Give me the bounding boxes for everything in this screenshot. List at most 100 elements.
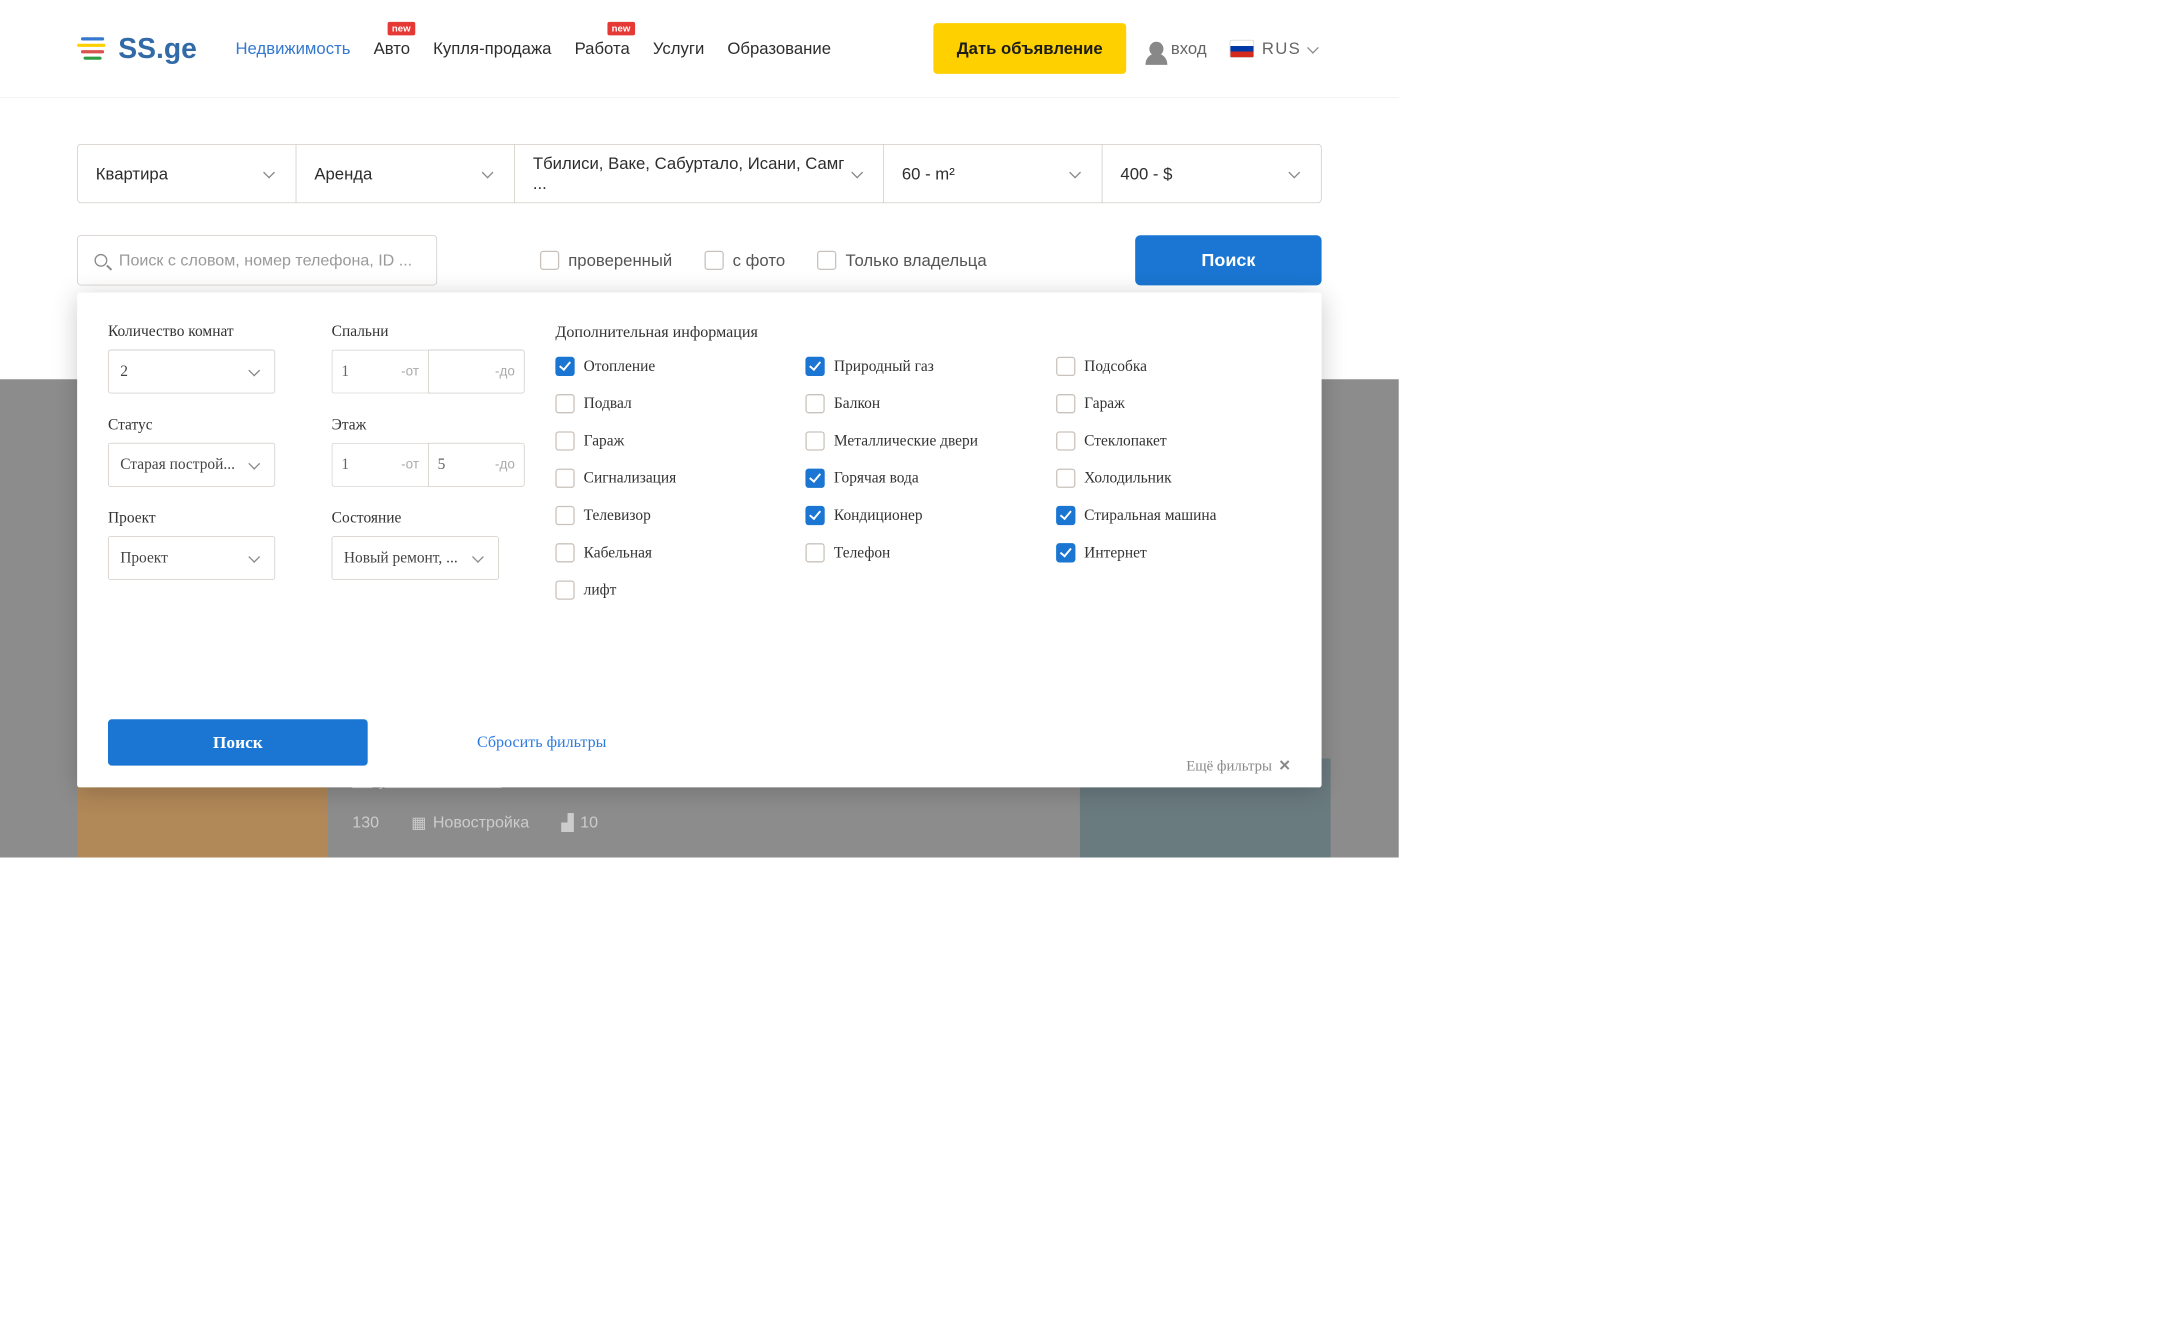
bedrooms-to-input[interactable]: -до — [428, 350, 525, 394]
price-dropdown[interactable]: 400 - $ — [1102, 145, 1321, 203]
user-icon — [1149, 41, 1163, 55]
chevron-down-icon — [483, 167, 496, 180]
nav-item[interactable]: Работаnew — [575, 39, 630, 59]
search-input[interactable]: Поиск с словом, номер телефона, ID ... — [77, 235, 437, 285]
amenity-checkbox[interactable]: Телефон — [806, 543, 1041, 562]
checkbox-icon — [555, 431, 574, 450]
amenity-checkbox[interactable]: Подвал — [555, 394, 790, 413]
amenity-checkbox[interactable]: Кабельная — [555, 543, 790, 562]
amenity-label: Подсобка — [1084, 357, 1147, 376]
status-select[interactable]: Старая построй... — [108, 443, 275, 487]
chevron-down-icon — [265, 167, 278, 180]
condition-select[interactable]: Новый ремонт, ... — [332, 536, 499, 580]
amenity-checkbox[interactable]: Подсобка — [1056, 357, 1291, 376]
amenity-checkbox[interactable]: Горячая вода — [806, 469, 1041, 488]
chevron-down-icon — [250, 365, 263, 378]
amenity-checkbox[interactable]: Сигнализация — [555, 469, 790, 488]
lang-label: RUS — [1262, 39, 1301, 59]
amenity-checkbox[interactable]: Балкон — [806, 394, 1041, 413]
photo-label: с фото — [733, 250, 785, 270]
post-ad-button[interactable]: Дать объявление — [934, 23, 1126, 74]
amenity-label: Гараж — [1084, 394, 1125, 413]
search-button[interactable]: Поиск — [1135, 235, 1321, 285]
checkbox-icon — [806, 506, 825, 525]
nav-item[interactable]: Автоnew — [374, 39, 410, 59]
from-placeholder: -от — [401, 457, 419, 472]
bedrooms-label: Спальни — [332, 323, 525, 340]
checkbox-icon — [806, 394, 825, 413]
checkbox-icon — [817, 251, 836, 270]
property-type-dropdown[interactable]: Квартира — [78, 145, 297, 203]
checkbox-icon — [806, 543, 825, 562]
checkbox-icon — [704, 251, 723, 270]
floor-to-value: 5 — [438, 456, 446, 473]
amenity-checkbox[interactable]: Отопление — [555, 357, 790, 376]
chevron-down-icon — [250, 458, 263, 471]
checkbox-icon — [540, 251, 559, 270]
language-switcher[interactable]: RUS — [1230, 39, 1322, 59]
area-dropdown[interactable]: 60 - m² — [884, 145, 1103, 203]
header: SS.ge Недвижимость Автоnew Купля-продажа Ра… — [0, 0, 1399, 98]
grid-icon — [411, 813, 426, 832]
filter-row-2: Поиск с словом, номер телефона, ID ... п… — [77, 235, 1321, 285]
amenity-checkbox[interactable]: Кондиционер — [806, 506, 1041, 525]
amenity-checkbox[interactable]: Телевизор — [555, 506, 790, 525]
nav-item[interactable]: Недвижимость — [235, 39, 350, 59]
amenity-checkbox[interactable]: Стиральная машина — [1056, 506, 1291, 525]
apply-filters-button[interactable]: Поиск — [108, 719, 368, 765]
amenity-label: Кондиционер — [834, 506, 923, 525]
to-placeholder: -до — [495, 364, 515, 379]
deal-type-value: Аренда — [314, 164, 372, 184]
amenity-checkbox[interactable]: Природный газ — [806, 357, 1041, 376]
deal-type-dropdown[interactable]: Аренда — [296, 145, 515, 203]
verified-checkbox[interactable]: проверенный — [540, 250, 672, 270]
logo[interactable]: SS.ge — [77, 32, 197, 64]
chevron-down-icon — [1290, 167, 1303, 180]
main-nav: Недвижимость Автоnew Купля-продажа Работаne… — [235, 39, 920, 59]
floor-to-input[interactable]: 5 -до — [428, 443, 525, 487]
amenity-label: Горячая вода — [834, 469, 919, 488]
checkbox-icon — [555, 394, 574, 413]
amenity-label: Сигнализация — [584, 469, 677, 488]
checkbox-icon — [806, 357, 825, 376]
with-photo-checkbox[interactable]: с фото — [704, 250, 785, 270]
nav-item[interactable]: Образование — [727, 39, 831, 59]
condition-value: Новый ремонт, ... — [344, 549, 458, 566]
new-badge: new — [607, 22, 635, 35]
chevron-down-icon — [1309, 42, 1322, 55]
amenity-label: Холодильник — [1084, 469, 1172, 488]
amenity-checkbox[interactable]: Гараж — [1056, 394, 1291, 413]
amenity-checkbox[interactable]: Металлические двери — [806, 431, 1041, 450]
chevron-down-icon — [250, 552, 263, 565]
bedrooms-from-input[interactable]: 1-от — [332, 350, 428, 394]
floor-label: Этаж — [332, 417, 525, 434]
amenity-checkbox[interactable]: Стеклопакет — [1056, 431, 1291, 450]
rooms-select[interactable]: 2 — [108, 350, 275, 394]
floor-from-input[interactable]: 1-от — [332, 443, 428, 487]
flag-ru-icon — [1230, 40, 1254, 58]
nav-item[interactable]: Купля-продажа — [433, 39, 551, 59]
nav-item[interactable]: Услуги — [653, 39, 704, 59]
amenity-checkbox[interactable]: Холодильник — [1056, 469, 1291, 488]
to-placeholder: -до — [495, 457, 515, 472]
checkbox-icon — [555, 469, 574, 488]
login-label: вход — [1171, 39, 1207, 59]
rooms-value: 2 — [120, 363, 128, 380]
checkbox-icon — [1056, 469, 1075, 488]
amenity-label: Металлические двери — [834, 431, 978, 450]
status-value: Старая построй... — [120, 456, 235, 473]
amenity-label: Кабельная — [584, 543, 652, 562]
more-filters-label: Ещё фильтры — [1186, 758, 1272, 775]
condition-label: Состояние — [332, 510, 525, 527]
bed-from-value: 1 — [341, 363, 349, 380]
reset-filters-link[interactable]: Сбросить фильтры — [477, 733, 606, 751]
login-link[interactable]: вход — [1149, 39, 1207, 59]
amenity-checkbox[interactable]: Интернет — [1056, 543, 1291, 562]
owner-only-checkbox[interactable]: Только владельца — [817, 250, 986, 270]
project-label: Проект — [108, 510, 301, 527]
project-select[interactable]: Проект — [108, 536, 275, 580]
amenity-checkbox[interactable]: Гараж — [555, 431, 790, 450]
amenity-checkbox[interactable]: лифт — [555, 580, 790, 599]
location-dropdown[interactable]: Тбилиси, Ваке, Сабуртало, Исани, Самг ..… — [515, 145, 884, 203]
close-more-filters[interactable]: Ещё фильтры — [1186, 758, 1291, 775]
